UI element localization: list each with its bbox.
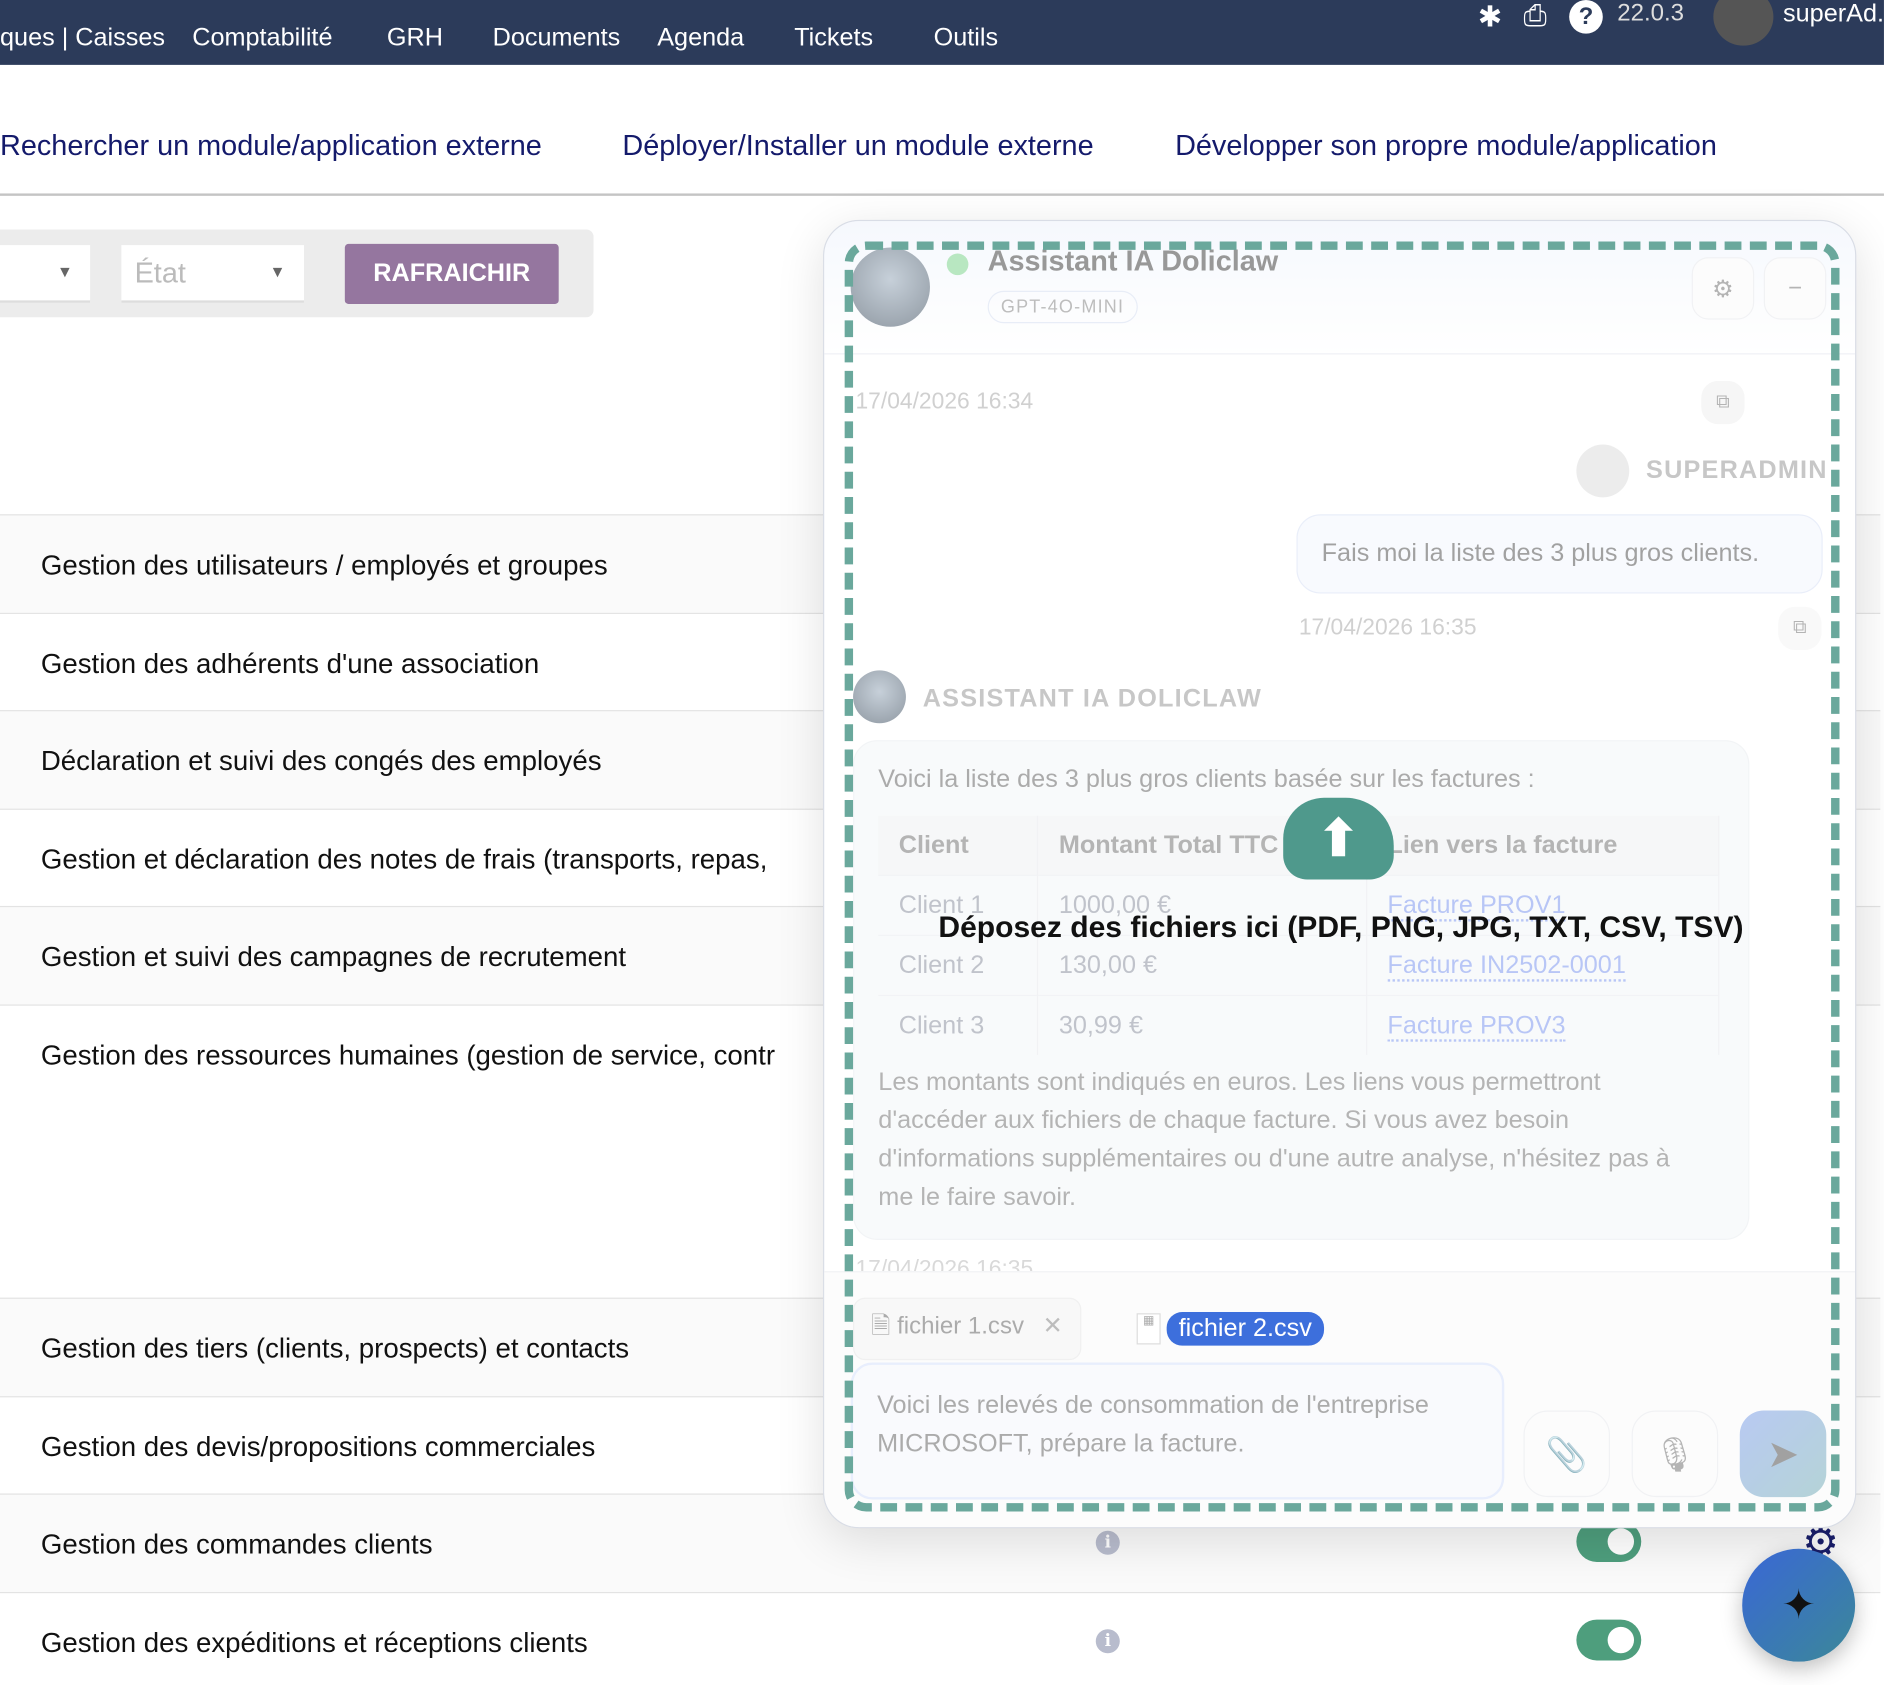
refresh-button[interactable]: RAFRAICHIR — [344, 243, 559, 304]
drop-hint: Déposez des fichiers ici (PDF, PNG, JPG,… — [938, 910, 1744, 945]
help-icon[interactable]: ? — [1569, 0, 1603, 34]
module-description: Gestion des expéditions et réceptions cl… — [40, 1626, 588, 1658]
menu-tools[interactable]: Outils — [934, 24, 999, 53]
cloud-upload-icon: ⬆ — [1283, 797, 1394, 880]
user-avatar[interactable] — [1713, 0, 1774, 46]
module-description: Gestion des utilisateurs / employés et g… — [40, 549, 608, 581]
dragged-file-icon: ▦ — [1136, 1313, 1161, 1345]
menu-tickets[interactable]: Tickets — [794, 24, 873, 53]
print-icon[interactable]: ⎙ — [1524, 0, 1547, 34]
version-label: 22.0.3 — [1617, 0, 1685, 27]
module-description: Gestion des ressources humaines (gestion… — [40, 1038, 776, 1070]
search-external-module-link[interactable]: Rechercher un module/application externe — [0, 130, 542, 164]
sparkle-icon: ✦ — [1781, 1582, 1816, 1629]
filter-select[interactable]: ▾ — [0, 245, 91, 303]
module-description: Gestion des adhérents d'une association — [40, 647, 540, 679]
state-placeholder: État — [134, 257, 186, 290]
module-row: Gestion des expéditions et réceptions cl… — [0, 1591, 1881, 1685]
module-description: Gestion des tiers (clients, prospects) e… — [40, 1332, 630, 1364]
menu-documents[interactable]: Documents — [493, 24, 621, 53]
deploy-module-link[interactable]: Déployer/Installer un module externe — [622, 130, 1093, 164]
module-description: Déclaration et suivi des congés des empl… — [40, 744, 602, 777]
menu-banks-cash[interactable]: ques | Caisses — [0, 24, 165, 53]
module-description: Gestion des devis/propositions commercia… — [40, 1430, 596, 1462]
user-name[interactable]: superAd. — [1783, 0, 1884, 29]
info-icon[interactable]: i — [1095, 1530, 1120, 1555]
module-description: Gestion des commandes clients — [40, 1528, 433, 1560]
divider — [0, 193, 1884, 196]
top-navbar: ques | Caisses Comptabilité GRH Document… — [0, 0, 1884, 65]
dragged-file-chip: fichier 2.csv — [1166, 1312, 1324, 1346]
develop-module-link[interactable]: Développer son propre module/application — [1175, 130, 1717, 164]
ai-assistant-fab[interactable]: ✦ — [1742, 1548, 1856, 1662]
state-select[interactable]: État ▾ — [121, 245, 304, 303]
module-description: Gestion et déclaration des notes de frai… — [40, 842, 768, 875]
module-description: Gestion et suivi des campagnes de recrut… — [40, 940, 627, 973]
menu-accounting[interactable]: Comptabilité — [192, 24, 332, 53]
info-icon[interactable]: i — [1095, 1628, 1120, 1653]
bug-icon[interactable]: ✱ — [1478, 0, 1502, 35]
module-toggle[interactable] — [1576, 1619, 1642, 1660]
menu-hrm[interactable]: GRH — [387, 24, 443, 53]
menu-agenda[interactable]: Agenda — [657, 24, 744, 53]
chevron-down-icon: ▾ — [272, 261, 283, 283]
